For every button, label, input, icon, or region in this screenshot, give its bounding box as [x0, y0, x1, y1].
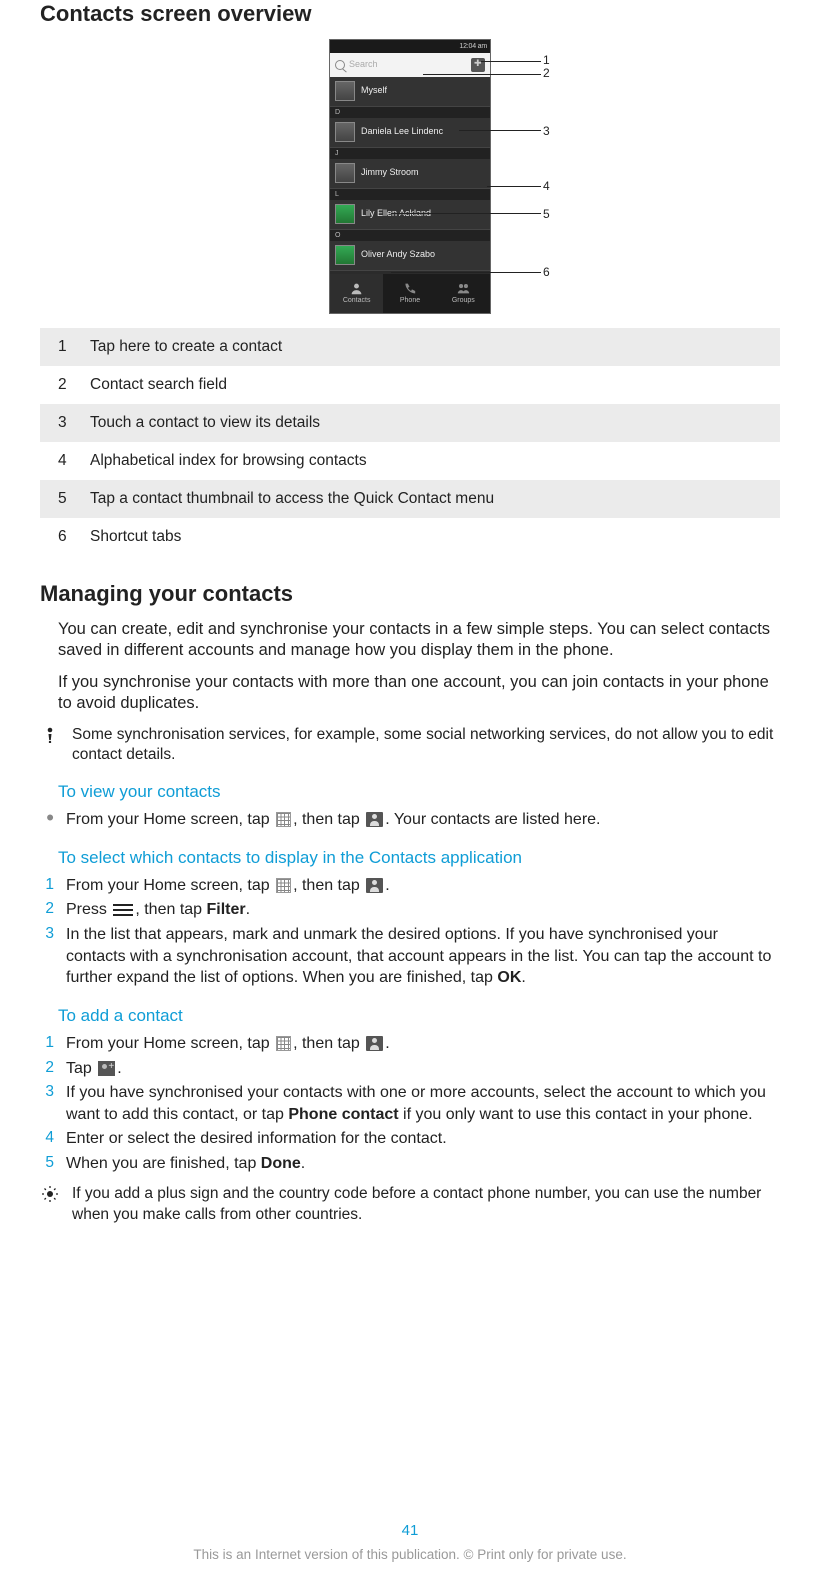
page-title: Contacts screen overview: [40, 0, 780, 29]
sub-heading: To add a contact: [58, 1005, 780, 1027]
avatar[interactable]: [335, 245, 355, 265]
note-text: Some synchronisation services, for examp…: [72, 725, 780, 765]
list-item: 2 Press , then tap Filter.: [40, 899, 780, 921]
table-row: 1Tap here to create a contact: [40, 328, 780, 366]
callout-number: 2: [543, 66, 550, 82]
step-number: 4: [40, 1128, 54, 1150]
callout-line: [459, 130, 541, 131]
tip-note: If you add a plus sign and the country c…: [40, 1184, 780, 1224]
table-row: 4Alphabetical index for browsing contact…: [40, 442, 780, 480]
callout-number: 4: [543, 179, 550, 195]
contacts-icon: [366, 878, 383, 893]
callout-number: 6: [543, 265, 550, 281]
search-placeholder: Search: [349, 59, 378, 71]
tab-groups[interactable]: Groups: [437, 274, 490, 313]
status-time: 12:04 am: [459, 42, 487, 51]
avatar[interactable]: [335, 81, 355, 101]
warning-note: Some synchronisation services, for examp…: [40, 725, 780, 765]
status-bar: 12:04 am: [330, 40, 490, 53]
step-number: 1: [40, 875, 54, 897]
menu-icon: [113, 904, 133, 916]
bottom-tabs: Contacts Phone Groups: [330, 274, 490, 313]
search-icon: [335, 60, 345, 70]
step-number: 2: [40, 899, 54, 921]
add-contact-icon: [98, 1061, 115, 1076]
callout-line: [391, 213, 541, 214]
callout-line: [487, 186, 541, 187]
step-number: 5: [40, 1153, 54, 1175]
callout-number: 5: [543, 207, 550, 223]
figure: 12:04 am Search Myself D Daniela Lee Lin…: [40, 39, 780, 314]
list-item: 3 In the list that appears, mark and unm…: [40, 924, 780, 989]
list-item: 1 From your Home screen, tap , then tap …: [40, 1033, 780, 1055]
callout-line: [423, 74, 541, 75]
avatar[interactable]: [335, 204, 355, 224]
page-number: 41: [0, 1521, 820, 1541]
callout-number: 3: [543, 124, 550, 140]
table-row: 6Shortcut tabs: [40, 518, 780, 556]
contacts-icon: [366, 1036, 383, 1051]
tab-contacts[interactable]: Contacts: [330, 274, 383, 313]
alpha-divider: J: [330, 148, 490, 159]
section-heading: Managing your contacts: [40, 580, 780, 609]
bullet-icon: •: [40, 809, 54, 831]
list-item: 5 When you are finished, tap Done.: [40, 1153, 780, 1175]
legend-table: 1Tap here to create a contact 2Contact s…: [40, 328, 780, 557]
avatar[interactable]: [335, 163, 355, 183]
sub-heading: To select which contacts to display in t…: [58, 847, 780, 869]
list-item: 2 Tap .: [40, 1058, 780, 1080]
alpha-divider: L: [330, 189, 490, 200]
table-row: 2Contact search field: [40, 366, 780, 404]
apps-icon: [276, 1036, 291, 1051]
sub-heading: To view your contacts: [58, 781, 780, 803]
tip-text: If you add a plus sign and the country c…: [72, 1184, 780, 1224]
footer-text: This is an Internet version of this publ…: [0, 1546, 820, 1564]
contact-row-myself[interactable]: Myself: [330, 77, 490, 107]
contact-row[interactable]: Lily Ellen Ackland: [330, 200, 490, 230]
body-text: If you synchronise your contacts with mo…: [58, 672, 780, 715]
apps-icon: [276, 878, 291, 893]
list-item: 1 From your Home screen, tap , then tap …: [40, 875, 780, 897]
contacts-icon: [366, 812, 383, 827]
step-number: 3: [40, 924, 54, 989]
callout-line: [481, 61, 541, 62]
avatar[interactable]: [335, 122, 355, 142]
lightbulb-icon: [40, 1184, 60, 1224]
contact-row[interactable]: Daniela Lee Lindenc: [330, 118, 490, 148]
alpha-divider: D: [330, 107, 490, 118]
exclamation-icon: [40, 725, 60, 765]
table-row: 3Touch a contact to view its details: [40, 404, 780, 442]
contact-row[interactable]: Oliver Andy Szabo: [330, 241, 490, 271]
step-number: 1: [40, 1033, 54, 1055]
alpha-divider: O: [330, 230, 490, 241]
tab-phone[interactable]: Phone: [383, 274, 436, 313]
list-item: 3 If you have synchronised your contacts…: [40, 1082, 780, 1125]
body-text: You can create, edit and synchronise you…: [58, 619, 780, 662]
list-item: 4 Enter or select the desired informatio…: [40, 1128, 780, 1150]
list-item: • From your Home screen, tap , then tap …: [40, 809, 780, 831]
contact-row[interactable]: Jimmy Stroom: [330, 159, 490, 189]
callout-line: [391, 272, 541, 273]
step-number: 2: [40, 1058, 54, 1080]
apps-icon: [276, 812, 291, 827]
step-number: 3: [40, 1082, 54, 1125]
table-row: 5Tap a contact thumbnail to access the Q…: [40, 480, 780, 518]
